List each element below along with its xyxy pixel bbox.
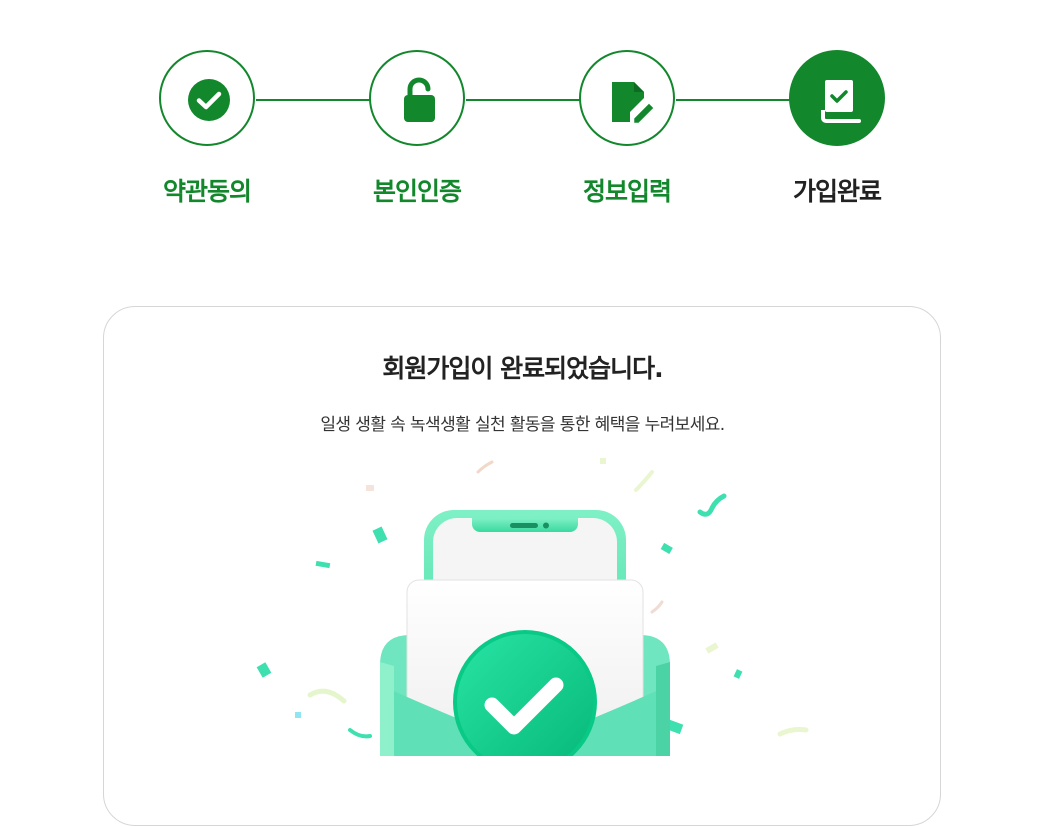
completion-subtitle: 일생 생활 속 녹색생활 실천 활동을 통한 혜택을 누려보세요. [320, 415, 725, 435]
step-4-circle [789, 50, 885, 146]
step-3-circle [579, 50, 675, 146]
step-2-circle [369, 50, 465, 146]
step-1-circle [159, 50, 255, 146]
phone-envelope-check-illustration [256, 458, 809, 756]
step-connector-2 [466, 99, 580, 101]
signup-progress-steps: 약관동의 본인인증 정보입력 가입완료 [0, 0, 1061, 240]
step-1-label: 약관동의 [162, 177, 252, 206]
step-connector-1 [256, 99, 370, 101]
completed-book-icon [821, 80, 861, 123]
step-3-label: 정보입력 [582, 177, 672, 206]
edit-document-icon [612, 82, 657, 126]
step-2-label: 본인인증 [372, 177, 462, 206]
step-4-label: 가입완료 [792, 177, 882, 206]
step-connector-3 [676, 99, 790, 101]
check-circle-icon [188, 79, 230, 121]
unlock-icon [404, 77, 435, 122]
completion-title: 회원가입이 완료되었습니다. [382, 354, 663, 383]
